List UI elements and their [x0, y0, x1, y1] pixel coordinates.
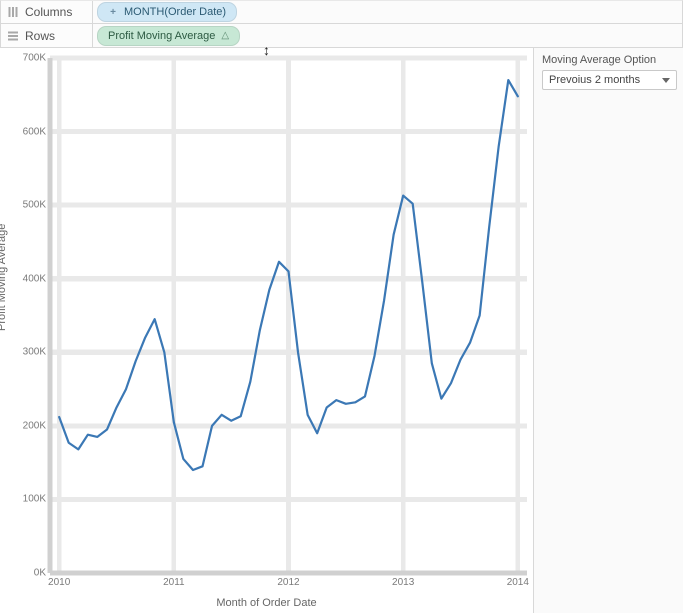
columns-shelf-label: Columns — [25, 5, 72, 19]
y-tick-label: 100K — [23, 494, 46, 505]
parameter-dropdown[interactable]: Prevoius 2 months — [542, 70, 677, 90]
parameter-panel: Moving Average Option Prevoius 2 months — [533, 48, 683, 613]
rows-pill-label: Profit Moving Average — [108, 30, 215, 42]
rows-shelf-label: Rows — [25, 29, 55, 43]
x-tick-label: 2012 — [277, 577, 299, 588]
y-tick-label: 300K — [23, 347, 46, 358]
x-tick-label: 2013 — [392, 577, 414, 588]
y-tick-label: 700K — [23, 53, 46, 64]
rows-shelf-label-cell: Rows — [1, 24, 93, 47]
plot-area[interactable]: 0K100K200K300K400K500K600K700K 201020112… — [50, 58, 527, 573]
y-tick-label: 200K — [23, 420, 46, 431]
rows-icon — [7, 30, 19, 42]
x-tick-label: 2014 — [507, 577, 529, 588]
plot-svg — [50, 58, 527, 573]
rows-shelf[interactable]: Rows Profit Moving Average △ — [0, 24, 683, 48]
y-axis-title: Profit Moving Average — [0, 223, 8, 330]
parameter-value: Prevoius 2 months — [549, 74, 640, 86]
y-tick-label: 600K — [23, 126, 46, 137]
x-tick-label: 2010 — [48, 577, 70, 588]
columns-shelf-label-cell: Columns — [1, 1, 93, 23]
table-calc-icon: △ — [221, 30, 229, 41]
expand-icon[interactable]: + — [108, 7, 118, 17]
y-tick-label: 0K — [34, 568, 46, 579]
columns-icon — [7, 6, 19, 18]
rows-pill[interactable]: Profit Moving Average △ — [97, 26, 240, 46]
columns-shelf[interactable]: Columns + MONTH(Order Date) — [0, 0, 683, 24]
x-tick-label: 2011 — [163, 577, 185, 588]
caret-down-icon — [662, 78, 670, 83]
columns-shelf-content[interactable]: + MONTH(Order Date) — [93, 1, 682, 23]
parameter-title: Moving Average Option — [542, 54, 677, 66]
y-tick-label: 500K — [23, 200, 46, 211]
y-tick-label: 400K — [23, 273, 46, 284]
columns-pill[interactable]: + MONTH(Order Date) — [97, 2, 237, 22]
chart-view[interactable]: ↕ Profit Moving Average Month of Order D… — [0, 48, 533, 613]
x-axis-title: Month of Order Date — [216, 597, 316, 609]
columns-pill-label: MONTH(Order Date) — [124, 6, 226, 18]
rows-shelf-content[interactable]: Profit Moving Average △ — [93, 24, 682, 47]
